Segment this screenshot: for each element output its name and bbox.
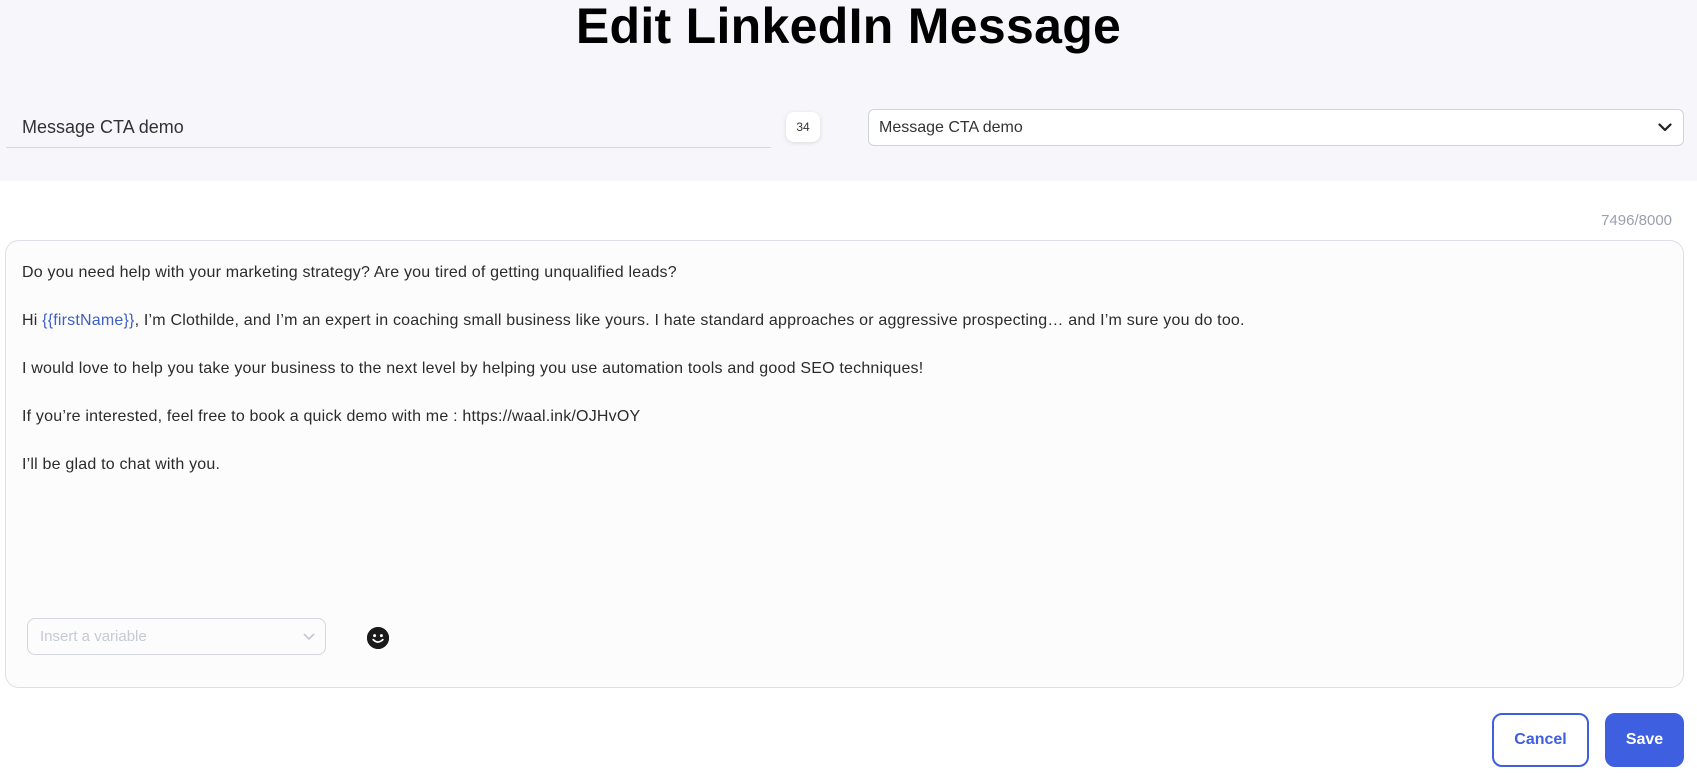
chevron-down-icon [303, 619, 315, 654]
save-button[interactable]: Save [1605, 713, 1684, 767]
name-char-count-badge: 34 [786, 112, 820, 142]
greeting-text: Hi [22, 312, 43, 329]
message-char-counter: 7496/8000 [1601, 212, 1672, 229]
message-paragraph: Do you need help with your marketing str… [22, 264, 677, 281]
message-text[interactable]: Do you need help with your marketing str… [22, 261, 1662, 501]
message-paragraph: I’ll be glad to chat with you. [22, 456, 221, 473]
message-paragraph: If you’re interested, feel free to book … [22, 408, 641, 425]
cancel-button[interactable]: Cancel [1492, 713, 1589, 767]
message-editor[interactable]: Do you need help with your marketing str… [5, 240, 1684, 688]
template-select-value: Message CTA demo [879, 119, 1023, 136]
first-name-variable[interactable]: {{firstName}} [42, 312, 134, 329]
message-name-input[interactable] [6, 108, 771, 148]
emoji-button[interactable] [367, 627, 389, 649]
insert-variable-placeholder: Insert a variable [40, 628, 147, 645]
message-paragraph: I would love to help you take your busin… [22, 360, 924, 377]
smiley-icon [367, 627, 389, 649]
insert-variable-select[interactable]: Insert a variable [27, 618, 326, 655]
template-select[interactable]: Message CTA demo [868, 109, 1684, 146]
message-paragraph: Hi {{firstName}}, I’m Clothilde, and I’m… [22, 309, 1662, 333]
chevron-down-icon [1657, 110, 1673, 145]
page-title: Edit LinkedIn Message [575, 0, 1122, 54]
intro-text: , I’m Clothilde, and I’m an expert in co… [134, 312, 1245, 329]
